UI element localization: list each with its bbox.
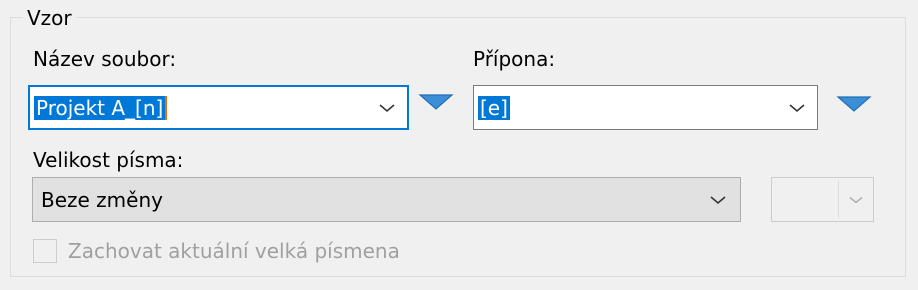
filename-insert-menu-triangle-down-icon[interactable]: [418, 93, 454, 111]
font-size-dropdown[interactable]: Beze změny: [32, 177, 741, 222]
chevron-down-icon[interactable]: [787, 102, 807, 114]
filename-value[interactable]: Projekt A_[n]: [34, 95, 168, 121]
separator: [838, 181, 839, 218]
filename-combobox[interactable]: Projekt A_[n]: [28, 85, 409, 130]
chevron-down-icon[interactable]: [708, 194, 728, 206]
chevron-down-icon: [849, 196, 863, 203]
extension-insert-menu-triangle-down-icon[interactable]: [836, 95, 872, 113]
font-size-value: Beze změny: [41, 187, 163, 212]
keep-case-label: Zachovat aktuální velká písmena: [68, 239, 400, 263]
font-size-label: Velikost písma:: [33, 148, 184, 172]
keep-case-checkbox[interactable]: [33, 239, 57, 263]
font-size-secondary-dropdown: [771, 177, 874, 222]
filename-label: Název soubor:: [33, 47, 177, 71]
extension-combobox[interactable]: [e]: [473, 85, 818, 130]
extension-value[interactable]: [e]: [478, 95, 510, 121]
group-title: Vzor: [23, 6, 76, 30]
extension-label: Přípona:: [473, 47, 556, 71]
chevron-down-icon[interactable]: [377, 102, 397, 114]
